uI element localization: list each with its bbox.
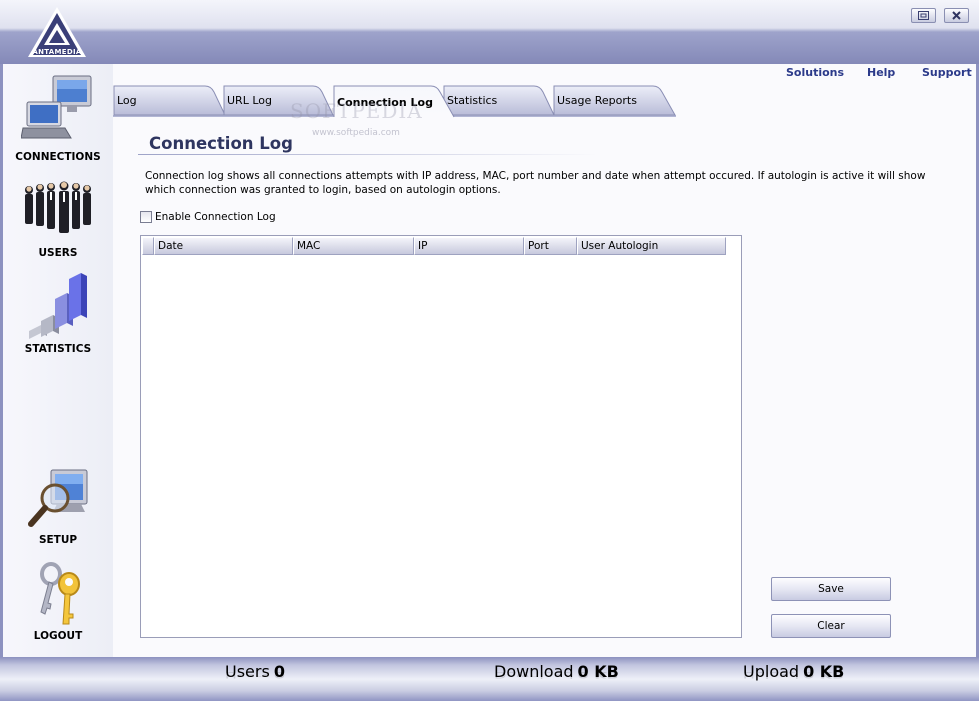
clear-button[interactable]: Clear: [771, 614, 891, 638]
column-header-date[interactable]: Date: [154, 237, 293, 255]
tab-usage-reports[interactable]: Usage Reports: [553, 84, 676, 116]
enable-connection-log-checkbox[interactable]: [140, 211, 152, 223]
users-label-reflection: Users: [225, 669, 270, 680]
users-value-reflection: 0: [273, 669, 285, 680]
restore-button[interactable]: [911, 8, 936, 23]
enable-connection-log-row[interactable]: Enable Connection Log: [140, 211, 276, 223]
column-header-user-autologin[interactable]: User Autologin: [577, 237, 726, 255]
users-stat-reflection: Users 0: [225, 670, 285, 680]
tab-label: Usage Reports: [557, 94, 637, 107]
nav-label: LOGOUT: [33, 630, 83, 642]
nav-statistics[interactable]: STATISTICS: [3, 269, 113, 361]
close-icon: [952, 11, 961, 20]
column-header-port[interactable]: Port: [524, 237, 577, 255]
upload-value-reflection: 0 KB: [803, 669, 845, 680]
nav-label: CONNECTIONS: [15, 151, 101, 163]
row-selector-header: [142, 237, 154, 255]
help-link[interactable]: Help: [867, 66, 895, 79]
description: Connection log shows all connections att…: [145, 170, 926, 196]
tab-label: URL Log: [227, 94, 272, 107]
page-title: Connection Log: [149, 134, 293, 153]
download-stat-reflection: Download 0 KB: [494, 670, 619, 680]
tab-log[interactable]: Log: [113, 84, 226, 116]
download-value-reflection: 0 KB: [577, 669, 619, 680]
users-group-icon: [25, 181, 91, 233]
watermark: SOFTPEDIA: [290, 99, 423, 123]
title-bar: ANTAMEDIA: [0, 0, 979, 64]
nav-label: USERS: [38, 247, 78, 259]
column-header-ip[interactable]: IP: [414, 237, 524, 255]
nav-users[interactable]: USERS: [3, 174, 113, 266]
tab-statistics[interactable]: Statistics: [443, 84, 555, 116]
computer-icon: [21, 75, 92, 139]
save-button[interactable]: Save: [771, 577, 891, 601]
download-label-reflection: Download: [494, 669, 574, 680]
support-link[interactable]: Support: [922, 66, 972, 79]
watermark-url: www.softpedia.com: [312, 128, 400, 138]
close-button[interactable]: [944, 8, 969, 23]
connection-log-table[interactable]: Date MAC IP Port User Autologin: [140, 235, 742, 638]
upload-label-reflection: Upload: [743, 669, 800, 680]
solutions-link[interactable]: Solutions: [786, 66, 844, 79]
column-header-mac[interactable]: MAC: [293, 237, 414, 255]
table-header: Date MAC IP Port User Autologin: [142, 237, 726, 255]
nav-setup[interactable]: SETUP: [3, 464, 113, 556]
nav-connections[interactable]: CONNECTIONS: [3, 74, 113, 166]
nav-label: STATISTICS: [24, 343, 92, 355]
nav-logout[interactable]: LOGOUT: [3, 560, 113, 652]
enable-connection-log-label[interactable]: Enable Connection Log: [155, 211, 276, 223]
nav-label: SETUP: [38, 534, 78, 546]
magnifier-monitor-icon: [28, 469, 88, 527]
tab-label: Log: [117, 94, 137, 107]
title-underline: [138, 154, 598, 155]
keys-icon: [40, 562, 80, 625]
left-nav: CONNECTIONS USERS STATISTICS SETUP LOGOU…: [3, 64, 113, 657]
logo-text: ANTAMEDIA: [32, 48, 82, 56]
restore-icon: [918, 11, 929, 20]
upload-stat-reflection: Upload 0 KB: [743, 670, 844, 680]
bar-chart-icon: [29, 273, 87, 339]
